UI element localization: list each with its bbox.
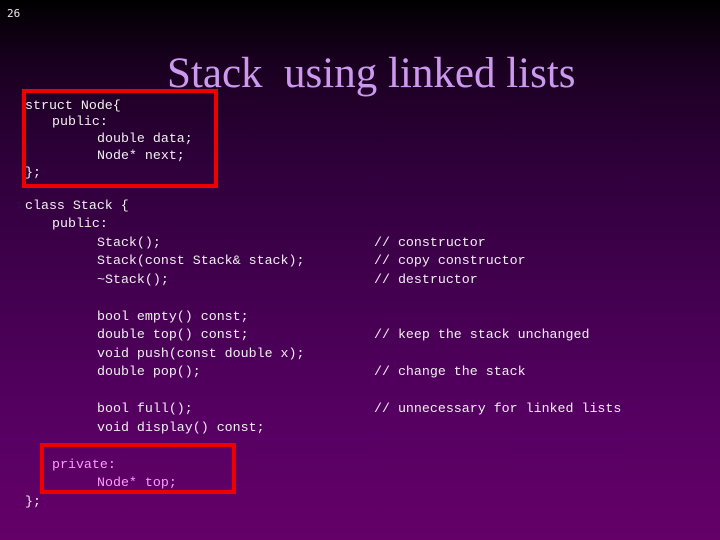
comment-unnecessary: // unnecessary for linked lists xyxy=(374,401,622,416)
code-push: void push(const double x); xyxy=(97,346,305,361)
code-full: bool full(); xyxy=(97,401,193,416)
comment-change: // change the stack xyxy=(374,364,526,379)
code-struct-next: Node* next; xyxy=(97,148,185,163)
code-display: void display() const; xyxy=(97,420,265,435)
code-class-close: }; xyxy=(25,494,41,509)
comment-keep: // keep the stack unchanged xyxy=(374,327,590,342)
code-class-public: public: xyxy=(52,216,108,231)
code-struct-public: public: xyxy=(52,114,108,129)
code-copy-constructor: Stack(const Stack& stack); xyxy=(97,253,305,268)
code-empty: bool empty() const; xyxy=(97,309,249,324)
slide-number: 26 xyxy=(7,7,21,20)
code-pop: double pop(); xyxy=(97,364,201,379)
code-top: double top() const; xyxy=(97,327,249,342)
code-private-top: Node* top; xyxy=(97,475,177,490)
code-struct-data: double data; xyxy=(97,131,193,146)
comment-copy-constructor: // copy constructor xyxy=(374,253,526,268)
code-destructor: ~Stack(); xyxy=(97,272,169,287)
code-class-header: class Stack { xyxy=(25,198,129,213)
code-constructor: Stack(); xyxy=(97,235,161,250)
code-private-label: private: xyxy=(52,457,116,472)
comment-destructor: // destructor xyxy=(374,272,478,287)
comment-constructor: // constructor xyxy=(374,235,486,250)
slide-title: Stack using linked lists xyxy=(167,50,576,97)
code-struct-close: }; xyxy=(25,165,41,180)
